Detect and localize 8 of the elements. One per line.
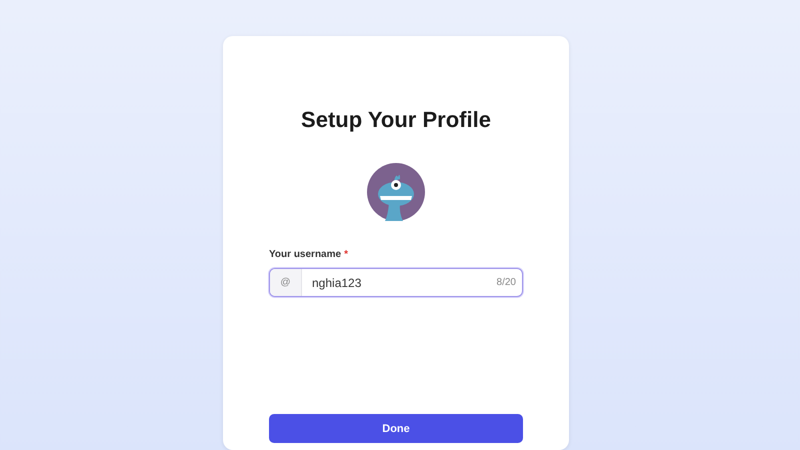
at-prefix: @ — [270, 269, 302, 296]
done-button[interactable]: Done — [269, 414, 523, 444]
required-asterisk: * — [344, 249, 348, 260]
page-title: Setup Your Profile — [300, 106, 492, 134]
username-field[interactable]: @ nghia123 8/20 — [269, 268, 523, 298]
avatar-drawing — [367, 163, 425, 222]
field-label: Your username — [269, 249, 342, 260]
character-counter: 8/20 — [496, 276, 517, 290]
